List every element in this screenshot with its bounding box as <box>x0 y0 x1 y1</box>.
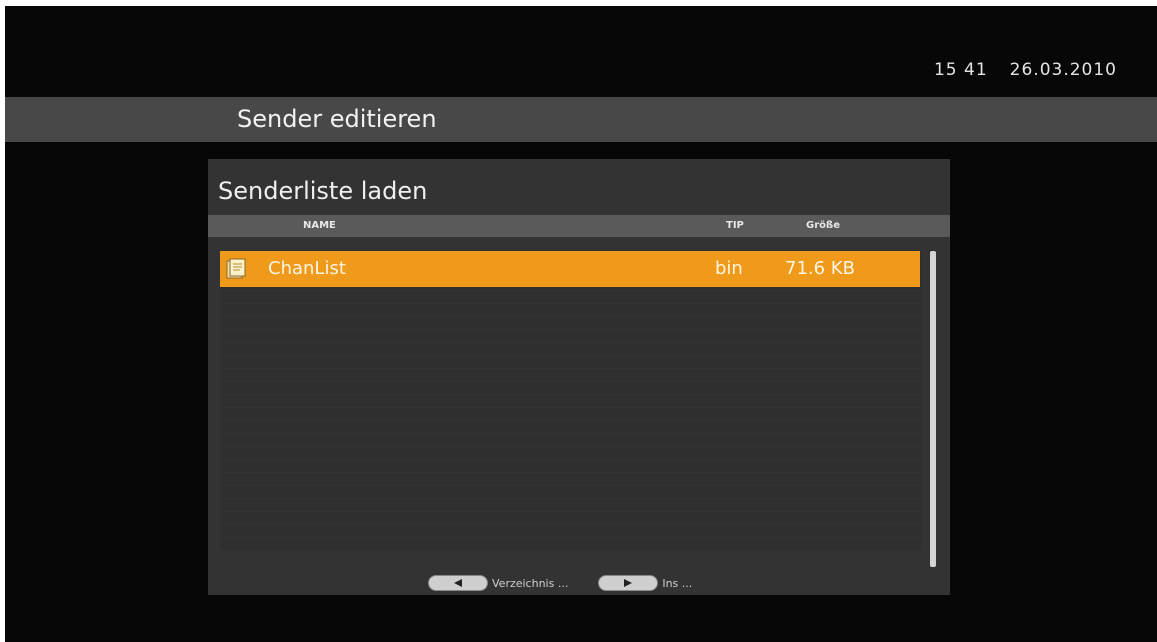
title-bar: Sender editieren <box>5 97 1157 142</box>
file-name: ChanList <box>268 258 346 279</box>
dialog-title: Senderliste laden <box>218 177 428 205</box>
hint-enter[interactable]: Ins ... <box>598 575 692 591</box>
arrow-right-icon <box>598 575 659 591</box>
clock-time: 15 41 <box>933 60 988 80</box>
column-size-header: Größe <box>806 220 840 231</box>
arrow-left-icon <box>428 575 488 591</box>
hint-enter-label: Ins ... <box>662 576 693 590</box>
column-type-header: TIP <box>726 220 744 231</box>
footer-hints: Verzeichnis ... Ins ... <box>428 575 692 591</box>
file-type: bin <box>715 258 743 279</box>
file-size: 71.6 KB <box>785 258 855 279</box>
clock: 15 41 26.03.2010 <box>934 60 1117 80</box>
file-icon <box>225 258 247 280</box>
hint-directory[interactable]: Verzeichnis ... <box>428 575 568 591</box>
scrollbar[interactable] <box>930 251 936 567</box>
tv-screen: 15 41 26.03.2010 Sender editieren Sender… <box>5 6 1157 642</box>
clock-date: 26.03.2010 <box>1009 60 1117 80</box>
column-header: NAME TIP Größe <box>208 215 950 237</box>
hint-directory-label: Verzeichnis ... <box>492 576 569 590</box>
file-row-selected[interactable]: ChanList bin 71.6 KB <box>220 251 920 287</box>
file-dialog: Senderliste laden NAME TIP Größe ChanLis… <box>208 159 950 595</box>
column-name-header: NAME <box>303 220 336 231</box>
page-title: Sender editieren <box>237 105 437 133</box>
file-list[interactable]: ChanList bin 71.6 KB <box>220 251 922 551</box>
